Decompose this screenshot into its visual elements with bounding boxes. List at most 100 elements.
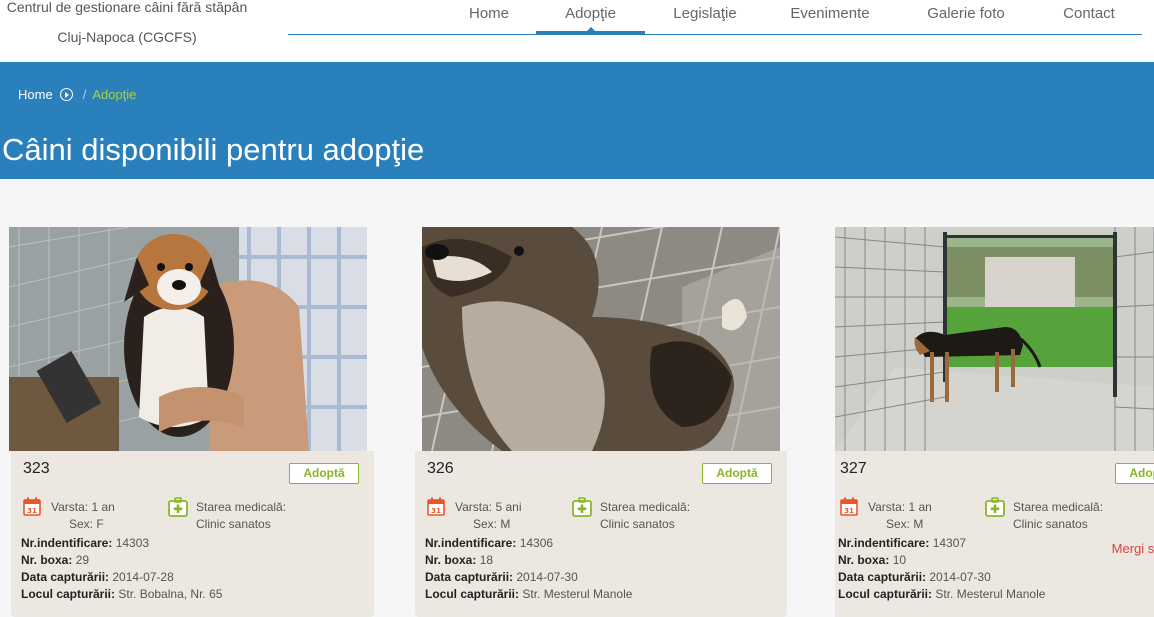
go-top-link[interactable]: Mergi sus	[1112, 541, 1154, 556]
logo-line-2: Cluj-Napoca (CGCFS)	[57, 29, 197, 45]
medical-kit-icon	[985, 497, 1005, 517]
capture-date-value: 2014-07-30	[929, 570, 991, 584]
dog-id: 327	[840, 460, 867, 477]
main-nav: Home Adopţie Legislaţie Evenimente Galer…	[288, 0, 1142, 35]
capture-place-label: Locul capturării:	[838, 587, 933, 601]
calendar-day: 31	[844, 507, 854, 515]
calendar-day: 31	[431, 507, 441, 515]
capture-date-label: Data capturării:	[425, 570, 514, 584]
sex-value: F	[96, 517, 104, 531]
age-label: Varsta:	[868, 500, 906, 514]
age-value: 1 an	[908, 500, 932, 514]
ident-value: 14307	[932, 536, 967, 550]
age-value: 5 ani	[495, 500, 522, 514]
site-header: Centrul de gestionare câini fără stăpân …	[0, 0, 1154, 62]
adopt-button[interactable]: Adoptă	[1115, 463, 1154, 484]
adopt-button[interactable]: Adoptă	[702, 463, 772, 484]
capture-place-value: Str. Bobalna, Nr. 65	[118, 587, 223, 601]
adopt-button[interactable]: Adoptă	[289, 463, 359, 484]
ident-value: 14306	[519, 536, 554, 550]
sex-line: Sex: M	[886, 517, 923, 531]
dog-photo-image	[422, 227, 780, 451]
breadcrumb-home[interactable]: Home	[18, 87, 53, 102]
nav-adoptie-label: Adopţie	[565, 5, 616, 22]
sex-label: Sex:	[69, 517, 94, 531]
ident-line: Nr.indentificare: 14307	[838, 536, 966, 550]
capture-place-label: Locul capturării:	[425, 587, 520, 601]
nav-adoptie[interactable]: Adopţie	[536, 5, 645, 34]
box-line: Nr. boxa: 18	[425, 553, 493, 567]
ident-label: Nr.indentificare:	[21, 536, 113, 550]
medical-kit-icon	[572, 497, 592, 517]
age-value: 1 an	[91, 500, 115, 514]
nav-evenimente[interactable]: Evenimente	[786, 5, 874, 34]
capture-place-line: Locul capturării: Str. Mesterul Manole	[838, 587, 1045, 601]
dog-listing: 323 Adoptă 31 Varsta: 1 an Sex: F Starea…	[0, 179, 1154, 617]
capture-place-line: Locul capturării: Str. Bobalna, Nr. 65	[21, 587, 222, 601]
medical-kit-icon	[168, 497, 188, 517]
breadcrumb-arrow-icon	[59, 88, 73, 101]
box-label: Nr. boxa:	[21, 553, 73, 567]
nav-legislatie[interactable]: Legislaţie	[667, 5, 743, 34]
sex-line: Sex: M	[473, 517, 510, 531]
capture-date-label: Data capturării:	[21, 570, 110, 584]
nav-home[interactable]: Home	[458, 5, 520, 34]
medical-label: Starea medicală:	[600, 500, 691, 514]
nav-galerie-foto[interactable]: Galerie foto	[920, 5, 1012, 34]
medical-label: Starea medicală:	[196, 500, 287, 514]
ident-line: Nr.indentificare: 14306	[425, 536, 553, 550]
calendar-day: 31	[27, 507, 37, 515]
site-logo[interactable]: Centrul de gestionare câini fără stăpân …	[0, 0, 254, 48]
sex-value: M	[500, 517, 511, 531]
medical-value: Clinic sanatos	[600, 517, 675, 531]
nav-home-label: Home	[468, 5, 509, 22]
dog-info-panel: 327 Adoptă 31 Varsta: 1 an Sex: M Starea…	[835, 451, 1154, 617]
ident-label: Nr.indentificare:	[425, 536, 517, 550]
calendar-icon: 31	[23, 497, 41, 516]
nav-contact[interactable]: Contact	[1056, 5, 1122, 34]
capture-date-line: Data capturării: 2014-07-28	[21, 570, 174, 584]
logo-line-1: Centrul de gestionare câini fără stăpân	[6, 0, 248, 15]
medical-label: Starea medicală:	[1013, 500, 1104, 514]
sex-label: Sex:	[473, 517, 498, 531]
page-banner: Home / Adopţie Câini disponibili pentru …	[0, 62, 1154, 179]
breadcrumb-separator: /	[82, 87, 87, 102]
capture-date-line: Data capturării: 2014-07-30	[838, 570, 991, 584]
box-line: Nr. boxa: 10	[838, 553, 906, 567]
age-line: Varsta: 1 an	[51, 500, 115, 514]
nav-evenimente-label: Evenimente	[790, 5, 870, 22]
capture-date-value: 2014-07-30	[516, 570, 578, 584]
medical-value: Clinic sanatos	[196, 517, 271, 531]
dog-info-panel: 323 Adoptă 31 Varsta: 1 an Sex: F Starea…	[11, 451, 374, 617]
calendar-icon: 31	[840, 497, 858, 516]
age-label: Varsta:	[51, 500, 89, 514]
box-line: Nr. boxa: 29	[21, 553, 89, 567]
sex-label: Sex:	[886, 517, 911, 531]
nav-legislatie-label: Legislaţie	[673, 5, 737, 22]
calendar-icon: 31	[427, 497, 445, 516]
box-value: 10	[892, 553, 907, 567]
dog-photo[interactable]	[9, 227, 367, 451]
age-label: Varsta:	[455, 500, 493, 514]
box-label: Nr. boxa:	[838, 553, 890, 567]
sex-line: Sex: F	[69, 517, 104, 531]
breadcrumb-current: Adopţie	[92, 87, 137, 102]
breadcrumb: Home / Adopţie	[18, 87, 136, 102]
dog-id: 326	[427, 460, 454, 477]
capture-date-line: Data capturării: 2014-07-30	[425, 570, 578, 584]
dog-photo-image	[835, 227, 1154, 451]
nav-active-caret-icon	[585, 27, 596, 32]
ident-label: Nr.indentificare:	[838, 536, 930, 550]
age-line: Varsta: 1 an	[868, 500, 932, 514]
box-label: Nr. boxa:	[425, 553, 477, 567]
age-line: Varsta: 5 ani	[455, 500, 522, 514]
dog-photo[interactable]	[835, 227, 1154, 451]
dog-info-panel: 326 Adoptă 31 Varsta: 5 ani Sex: M Stare…	[415, 451, 787, 617]
nav-contact-label: Contact	[1063, 5, 1115, 22]
capture-place-value: Str. Mesterul Manole	[522, 587, 633, 601]
capture-place-value: Str. Mesterul Manole	[935, 587, 1046, 601]
box-value: 18	[479, 553, 494, 567]
dog-photo[interactable]	[422, 227, 780, 451]
page-title: Câini disponibili pentru adopţie	[2, 132, 425, 167]
dog-card: 327 Adoptă 31 Varsta: 1 an Sex: M Starea…	[835, 227, 1154, 617]
